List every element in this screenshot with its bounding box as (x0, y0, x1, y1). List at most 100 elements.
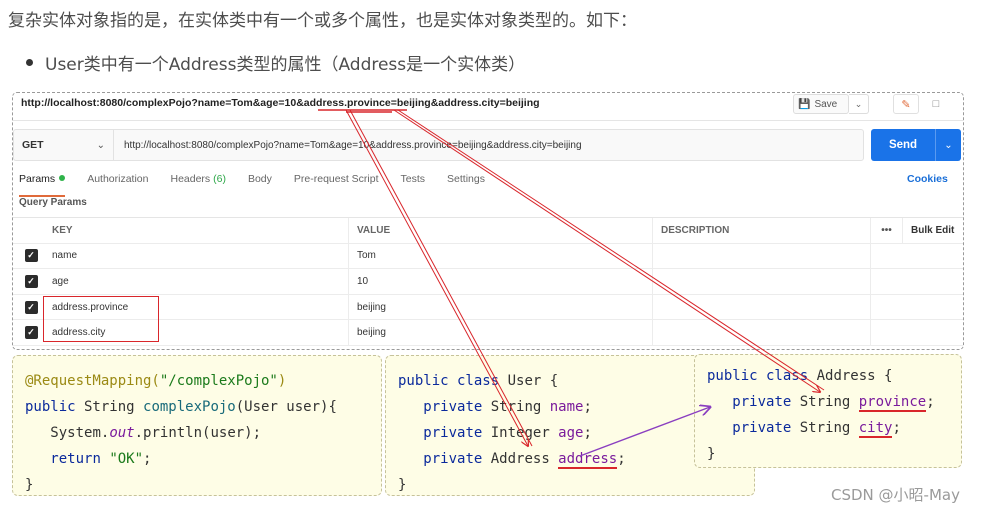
type: Integer (482, 425, 559, 441)
param-value[interactable]: beijing (349, 294, 653, 320)
tab-headers[interactable]: Headers (6) (170, 173, 225, 191)
chevron-down-icon: ⌄ (96, 139, 105, 151)
field-name: city (858, 420, 893, 438)
semicolon: ; (617, 451, 626, 467)
tab-prerequest-script[interactable]: Pre-request Script (294, 173, 379, 191)
table-row: ✓ name Tom (13, 243, 963, 270)
address-class-code-panel: public class Address { private String pr… (694, 354, 962, 468)
bulk-edit-button[interactable]: Bulk Edit (903, 218, 963, 243)
divider (13, 120, 963, 121)
tab-authorization[interactable]: Authorization (87, 173, 148, 191)
keyword: private (732, 394, 792, 410)
field-name: name (549, 399, 584, 415)
keyword: return (50, 451, 110, 467)
code-line: private String province; (707, 389, 949, 415)
chevron-down-icon: ⌄ (854, 98, 863, 109)
active-dot-icon (59, 175, 66, 181)
code-line: private String city; (707, 415, 949, 441)
annotation: @RequestMapping( (25, 373, 160, 389)
code-line: } (25, 477, 34, 493)
param-description[interactable] (653, 243, 871, 269)
send-button[interactable]: Send (871, 129, 935, 161)
param-description[interactable] (653, 269, 871, 294)
more-options-button[interactable]: ••• (871, 218, 903, 243)
tab-tests[interactable]: Tests (401, 173, 426, 191)
class-decl: User { (499, 373, 559, 389)
param-key[interactable]: age (49, 269, 349, 294)
call: .println(user); (134, 425, 262, 441)
checkbox[interactable]: ✓ (24, 249, 38, 263)
checkbox[interactable]: ✓ (24, 274, 38, 288)
param-description[interactable] (653, 294, 871, 320)
table-row: ✓ age 10 (13, 269, 963, 295)
code-line: } (398, 477, 407, 493)
code-line: System.out.println(user); (25, 420, 369, 446)
type: String (791, 420, 859, 436)
edit-button[interactable]: ✎ (893, 94, 919, 114)
intro-text: 复杂实体对象指的是，在实体类中有一个或多个属性，也是实体对象类型的。如下： (8, 11, 637, 31)
semicolon: ; (583, 399, 592, 415)
column-header-value: VALUE (349, 218, 653, 243)
comment-icon: □ (932, 98, 940, 110)
pencil-icon: ✎ (901, 98, 911, 111)
code-line: public String complexPojo(User user){ (25, 394, 369, 420)
field-name: address (558, 451, 618, 469)
cookies-link[interactable]: Cookies (907, 173, 948, 185)
tab-label: Headers (170, 173, 211, 185)
params: (User user){ (235, 399, 337, 415)
code-line: private Integer age; (398, 420, 742, 446)
field-name: province (858, 394, 927, 412)
keyword: private (423, 399, 483, 415)
code-line: } (707, 446, 716, 462)
semicolon: ; (926, 394, 935, 410)
field-name: age (558, 425, 584, 441)
request-tabs: Params Authorization Headers (6) Body Pr… (19, 173, 507, 197)
checkbox[interactable]: ✓ (24, 326, 38, 340)
save-button[interactable]: 💾 Save (793, 94, 849, 114)
watermark: CSDN @小昭-May (831, 486, 960, 504)
bullet-dot-icon (26, 59, 33, 66)
save-options-button[interactable]: ⌄ (849, 94, 869, 114)
checkbox-cell: ✓ (13, 269, 49, 294)
class-ref: System. (50, 425, 110, 441)
semicolon: ; (143, 451, 152, 467)
param-value[interactable]: beijing (349, 320, 653, 345)
code-line: public class Address { (707, 363, 949, 389)
column-header-key: KEY (49, 218, 349, 243)
keyword: private (732, 420, 792, 436)
save-icon: 💾 (798, 98, 811, 110)
code-line: private Address address; (398, 446, 742, 472)
tab-label: Params (19, 173, 56, 185)
table-header-row: KEY VALUE DESCRIPTION ••• Bulk Edit (13, 218, 963, 244)
tab-body[interactable]: Body (248, 173, 272, 191)
controller-code-panel: @RequestMapping("/complexPojo") public S… (12, 355, 382, 496)
string-literal: "OK" (109, 451, 144, 467)
tab-params[interactable]: Params (19, 173, 66, 197)
send-options-button[interactable]: ⌄ (935, 129, 961, 161)
bullet-text: User类中有一个Address类型的属性（Address是一个实体类） (45, 55, 526, 75)
keyword: private (423, 425, 483, 441)
request-header: http://localhost:8080/complexPojo?name=T… (13, 93, 963, 115)
param-value[interactable]: Tom (349, 243, 653, 269)
url-input[interactable]: http://localhost:8080/complexPojo?name=T… (113, 129, 864, 161)
type: String (482, 399, 550, 415)
query-params-title: Query Params (19, 197, 87, 208)
annotation-end: ) (277, 373, 287, 389)
keyword: public class (398, 373, 500, 389)
comments-button[interactable]: □ (923, 94, 949, 114)
type: Address (482, 451, 559, 467)
keyword: public (25, 399, 76, 415)
code-line: return "OK"; (25, 446, 369, 472)
checkbox[interactable]: ✓ (24, 300, 38, 314)
param-value[interactable]: 10 (349, 269, 653, 294)
method-label: GET (22, 139, 44, 151)
semicolon: ; (583, 425, 592, 441)
highlight-box (43, 296, 159, 342)
param-description[interactable] (653, 320, 871, 345)
param-key[interactable]: name (49, 243, 349, 269)
method-select[interactable]: GET ⌄ (13, 129, 113, 161)
headers-count: (6) (213, 173, 226, 185)
tab-settings[interactable]: Settings (447, 173, 485, 191)
keyword: public class (707, 368, 809, 384)
code-line: @RequestMapping("/complexPojo") (25, 368, 369, 394)
